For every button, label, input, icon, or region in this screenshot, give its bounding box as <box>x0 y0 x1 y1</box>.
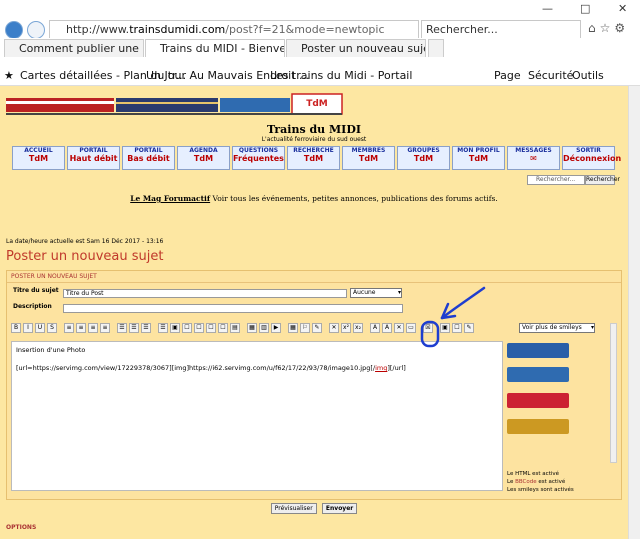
tab-2[interactable]: Trains du MIDI - Bienvenue sur v... <box>145 39 285 57</box>
favorites-star-icon[interactable]: ★ <box>4 69 14 82</box>
forward-button[interactable] <box>27 21 45 39</box>
url-domain: trainsdumidi.com <box>129 23 226 36</box>
menu-securite[interactable]: Sécurité <box>528 69 573 82</box>
new-tab-button[interactable] <box>428 39 444 57</box>
annotation-circle <box>420 320 440 348</box>
menu-outils[interactable]: Outils <box>572 69 604 82</box>
menu-page[interactable]: Page <box>494 69 521 82</box>
browser-titlebar: — □ ✕ http://www.trainsdumidi.com/post?f… <box>0 0 640 39</box>
url-prefix: http://www. <box>66 23 130 36</box>
favorites-bar: ★ Cartes détaillées - Plan du tr... Un J… <box>0 64 640 86</box>
url-path: /post?f=21&mode=newtopic <box>225 23 385 36</box>
address-bar[interactable]: http://www.trainsdumidi.com/post?f=21&mo… <box>49 20 419 39</box>
browser-search-input[interactable]: Rechercher... <box>421 20 581 39</box>
favorite-item-3[interactable]: Les trains du Midi - Portail <box>270 69 412 82</box>
back-button[interactable] <box>5 21 23 39</box>
close-window-button[interactable]: ✕ <box>618 2 627 15</box>
page-scrollbar[interactable] <box>628 86 640 539</box>
minimize-button[interactable]: — <box>542 2 553 15</box>
page-viewport: TdM Trains du MIDI L'actualité ferroviai… <box>0 86 640 539</box>
maximize-button[interactable]: □ <box>580 2 590 15</box>
annotation-arrow <box>420 286 486 348</box>
tab-1[interactable]: Comment publier une photo ... <box>4 39 144 57</box>
forum-page: TdM Trains du MIDI L'actualité ferroviai… <box>0 86 628 539</box>
toolbar-icons[interactable]: ⌂☆⚙ <box>588 21 629 35</box>
tab-3[interactable]: Poster un nouveau sujet <box>286 39 426 57</box>
tab-strip: Comment publier une photo ... Trains du … <box>0 38 640 58</box>
